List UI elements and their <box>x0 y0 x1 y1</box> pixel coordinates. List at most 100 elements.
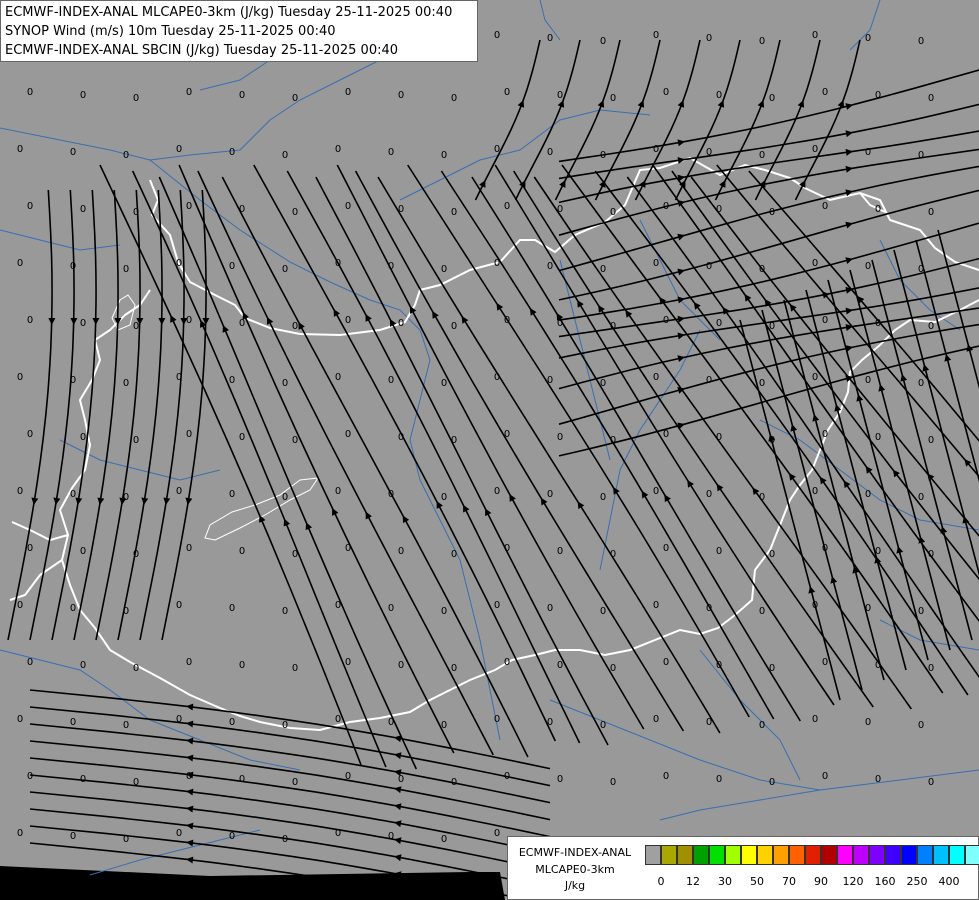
cin-value-label: 0 <box>27 657 33 668</box>
cin-value-label: 0 <box>557 432 563 443</box>
cin-value-label: 0 <box>928 207 934 218</box>
cin-value-label: 0 <box>812 372 818 383</box>
cin-value-label: 0 <box>80 318 86 329</box>
cin-value-label: 0 <box>398 204 404 215</box>
cin-value-label: 0 <box>186 543 192 554</box>
cin-value-label: 0 <box>345 543 351 554</box>
cin-value-label: 0 <box>547 603 553 614</box>
colorbar-tick-label: 12 <box>686 875 700 888</box>
cin-value-label: 0 <box>70 603 76 614</box>
cin-value-label: 0 <box>557 774 563 785</box>
cin-value-label: 0 <box>80 432 86 443</box>
cin-value-label: 0 <box>610 663 616 674</box>
cin-value-label: 0 <box>292 435 298 446</box>
cin-value-label: 0 <box>398 90 404 101</box>
cin-value-label: 0 <box>335 372 341 383</box>
cin-value-label: 0 <box>133 777 139 788</box>
cin-value-label: 0 <box>388 831 394 842</box>
cin-value-label: 0 <box>822 87 828 98</box>
cin-value-label: 0 <box>292 207 298 218</box>
cin-value-label: 0 <box>123 150 129 161</box>
cin-value-label: 0 <box>441 378 447 389</box>
cin-value-label: 0 <box>27 87 33 98</box>
cin-value-label: 0 <box>822 315 828 326</box>
cin-value-label: 0 <box>557 318 563 329</box>
cin-value-label: 0 <box>345 87 351 98</box>
cin-value-label: 0 <box>600 606 606 617</box>
cin-value-label: 0 <box>70 831 76 842</box>
cin-value-label: 0 <box>759 264 765 275</box>
cin-value-label: 0 <box>494 486 500 497</box>
cin-value-label: 0 <box>229 489 235 500</box>
cin-value-label: 0 <box>716 546 722 557</box>
cin-value-label: 0 <box>918 150 924 161</box>
cin-value-label: 0 <box>812 258 818 269</box>
cin-value-label: 0 <box>918 378 924 389</box>
colorbar-swatch <box>677 845 693 865</box>
cin-value-label: 0 <box>547 717 553 728</box>
cin-value-label: 0 <box>812 714 818 725</box>
cin-value-label: 0 <box>812 600 818 611</box>
cin-value-label: 0 <box>875 318 881 329</box>
cin-value-label: 0 <box>27 543 33 554</box>
colorbar-swatch <box>773 845 789 865</box>
cin-value-label: 0 <box>812 30 818 41</box>
cin-value-label: 0 <box>239 204 245 215</box>
cin-value-label: 0 <box>706 33 712 44</box>
colorbar-swatch <box>821 845 837 865</box>
cin-value-label: 0 <box>822 429 828 440</box>
cin-value-label: 0 <box>547 147 553 158</box>
cin-value-label: 0 <box>600 492 606 503</box>
cin-value-label: 0 <box>292 777 298 788</box>
cin-value-label: 0 <box>388 261 394 272</box>
cin-value-label: 0 <box>547 489 553 500</box>
colorbar-swatch <box>661 845 677 865</box>
cin-value-label: 0 <box>928 777 934 788</box>
colorbar-swatch <box>805 845 821 865</box>
cin-value-label: 0 <box>759 36 765 47</box>
cin-value-label: 0 <box>812 486 818 497</box>
cin-value-label: 0 <box>176 258 182 269</box>
cin-value-label: 0 <box>282 492 288 503</box>
cin-value-label: 0 <box>335 600 341 611</box>
cin-value-label: 0 <box>239 318 245 329</box>
cin-value-label: 0 <box>504 315 510 326</box>
cin-value-label: 0 <box>27 201 33 212</box>
cin-value-label: 0 <box>80 90 86 101</box>
cin-value-label: 0 <box>865 33 871 44</box>
cin-value-label: 0 <box>176 372 182 383</box>
cin-value-label: 0 <box>398 432 404 443</box>
cin-value-label: 0 <box>716 90 722 101</box>
map-header-legend: ECMWF-INDEX-ANAL MLCAPE0-3km (J/kg) Tues… <box>0 0 478 62</box>
cin-value-label: 0 <box>186 429 192 440</box>
cin-value-label: 0 <box>663 657 669 668</box>
cin-value-label: 0 <box>610 93 616 104</box>
cin-value-label: 0 <box>239 432 245 443</box>
cin-value-label: 0 <box>282 834 288 845</box>
colorbar-swatch <box>949 845 965 865</box>
cin-value-label: 0 <box>759 150 765 161</box>
colorbar-swatch <box>837 845 853 865</box>
cin-value-label: 0 <box>504 771 510 782</box>
cin-value-label: 0 <box>292 93 298 104</box>
cin-value-label: 0 <box>812 144 818 155</box>
cin-value-label: 0 <box>229 261 235 272</box>
cin-value-label: 0 <box>663 543 669 554</box>
colorbar-title-parameter: MLCAPE0-3km <box>535 863 615 876</box>
cin-value-label: 0 <box>335 144 341 155</box>
cin-value-label: 0 <box>186 201 192 212</box>
cin-value-label: 0 <box>441 720 447 731</box>
cin-value-label: 0 <box>133 321 139 332</box>
cin-value-label: 0 <box>451 777 457 788</box>
cin-value-label: 0 <box>451 321 457 332</box>
cin-value-label: 0 <box>600 150 606 161</box>
cin-value-label: 0 <box>494 30 500 41</box>
cin-value-label: 0 <box>547 33 553 44</box>
cin-value-label: 0 <box>133 549 139 560</box>
cin-value-label: 0 <box>716 204 722 215</box>
cin-value-label: 0 <box>928 549 934 560</box>
cin-value-label: 0 <box>282 378 288 389</box>
cin-value-label: 0 <box>345 315 351 326</box>
cin-value-label: 0 <box>17 258 23 269</box>
colorbar-swatch <box>725 845 741 865</box>
